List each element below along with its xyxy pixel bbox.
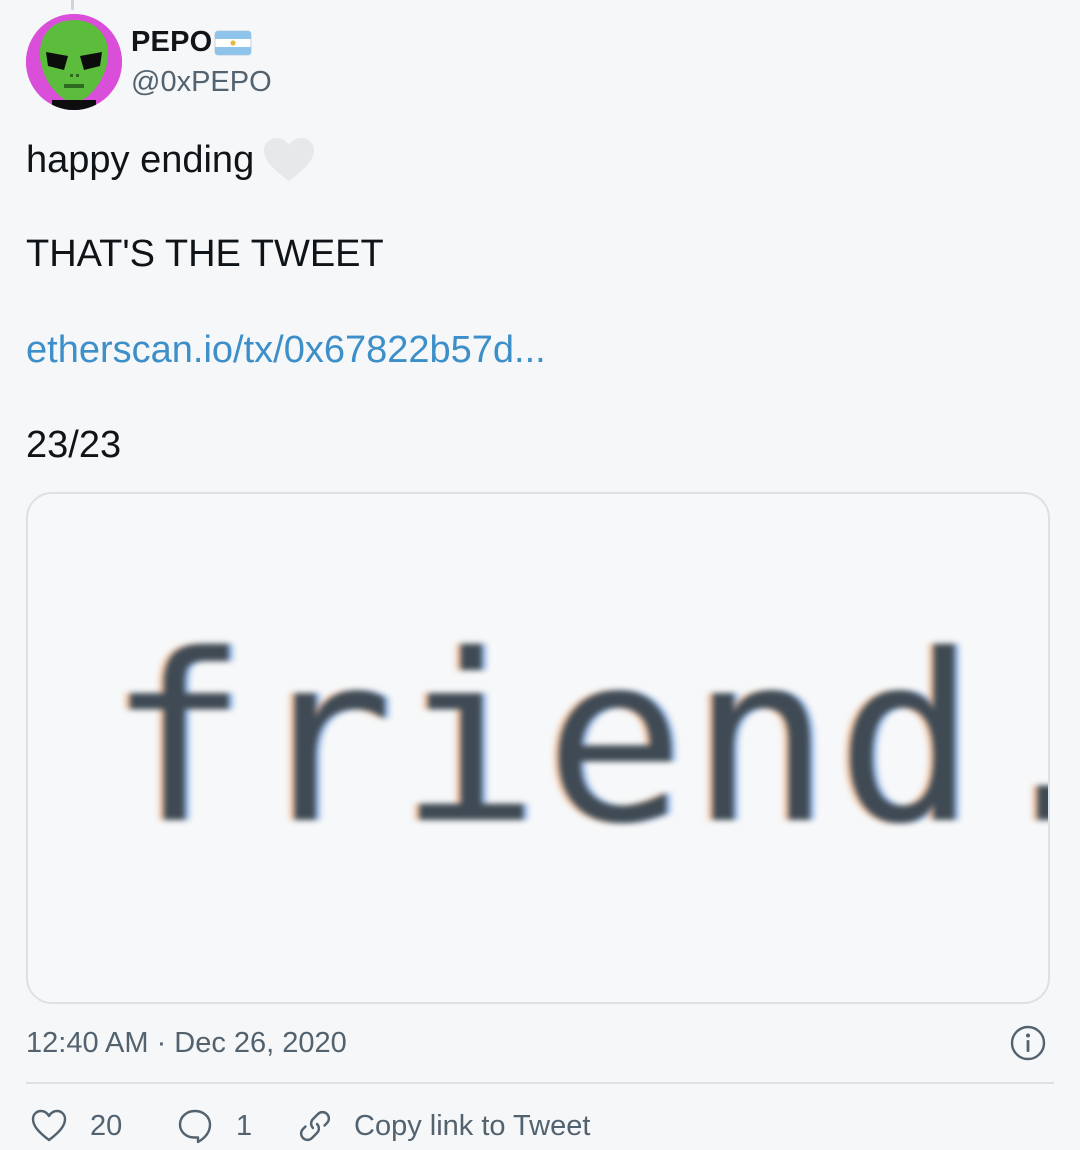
tweet-card: PEPO @0xPEPO happy ending THAT'S THE TWE… [0, 0, 1080, 1150]
info-icon[interactable] [1010, 1025, 1046, 1061]
tweet-text-line-1: happy ending [26, 137, 316, 183]
tweet-text-line-2: THAT'S THE TWEET [26, 233, 384, 275]
green-alien-avatar-icon [26, 14, 122, 110]
copy-link-button[interactable]: Copy link to Tweet [296, 1107, 590, 1145]
argentina-flag-icon [214, 30, 252, 56]
tweet-media-image[interactable]: friend. [26, 492, 1050, 1004]
etherscan-link[interactable]: etherscan.io/tx/0x67822b57d... [26, 329, 546, 372]
media-image-text: friend. [108, 605, 1050, 875]
thread-connector-line [71, 0, 74, 10]
display-name-row[interactable]: PEPO [131, 26, 252, 59]
like-count: 20 [90, 1109, 123, 1142]
link-chain-icon [296, 1107, 334, 1145]
reply-count: 1 [236, 1109, 253, 1142]
heart-icon [30, 1107, 68, 1145]
white-heart-icon [262, 137, 316, 183]
user-handle[interactable]: @0xPEPO [131, 66, 272, 99]
tweet-text-happy-ending: happy ending [26, 138, 255, 181]
divider [26, 1082, 1054, 1084]
avatar[interactable] [26, 14, 122, 110]
reply-bubble-icon [176, 1107, 214, 1145]
tweet-timestamp[interactable]: 12:40 AM · Dec 26, 2020 [26, 1027, 347, 1060]
tweet-text-thread-count: 23/23 [26, 424, 122, 466]
action-bar: 20 1 Copy link to Tweet [30, 1104, 590, 1148]
like-button[interactable]: 20 [30, 1107, 176, 1145]
reply-button[interactable]: 1 [176, 1107, 296, 1145]
copy-link-label: Copy link to Tweet [354, 1109, 591, 1142]
display-name[interactable]: PEPO [131, 26, 212, 59]
